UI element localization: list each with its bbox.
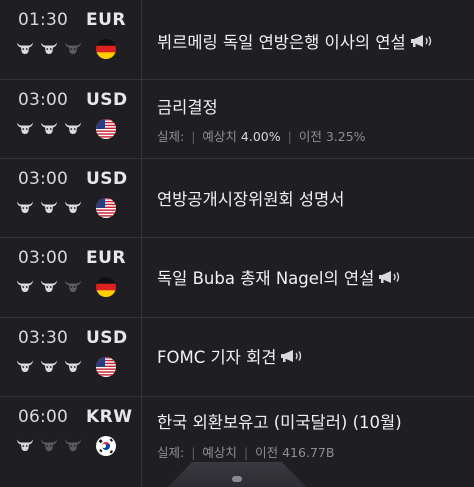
bull-icon — [64, 438, 82, 452]
event-values: 실제: | 예상치 4.00% | 이전 3.25% — [157, 129, 366, 144]
list-item[interactable]: 03:00 USD 금리결정 실제: | 예상치 4.00% | 이전 3.25… — [0, 80, 474, 159]
bull-icon — [40, 121, 58, 135]
event-time: 03:00 — [18, 90, 68, 110]
bull-icon — [40, 41, 58, 55]
forecast-label: 예상치 — [202, 445, 237, 460]
importance-rating — [16, 279, 82, 293]
previous-label: 이전 — [255, 445, 279, 460]
bull-icon — [40, 279, 58, 293]
bull-icon — [16, 359, 34, 373]
list-item[interactable]: 03:00 EUR 독일 Buba 총재 Nagel의 연설 — [0, 238, 474, 318]
event-currency: USD — [86, 90, 128, 110]
event-meta: 01:30 EUR — [0, 0, 142, 79]
bull-icon — [64, 359, 82, 373]
forecast-label: 예상치 — [202, 129, 237, 144]
handle-grip[interactable] — [232, 476, 242, 482]
bull-icon — [16, 121, 34, 135]
speech-icon — [410, 34, 435, 48]
event-meta: 06:00 KRW — [0, 397, 142, 487]
event-time: 03:00 — [18, 248, 68, 268]
importance-rating — [16, 359, 82, 373]
event-currency: USD — [86, 169, 128, 189]
event-title: 연방공개시장위원회 성명서 — [157, 186, 344, 210]
bull-icon — [16, 200, 34, 214]
event-body: 뷔르메링 독일 연방은행 이사의 연설 — [142, 0, 474, 79]
event-body: 연방공개시장위원회 성명서 — [142, 159, 474, 237]
bull-icon — [64, 279, 82, 293]
event-title: 금리결정 — [157, 94, 218, 118]
bull-icon — [40, 200, 58, 214]
event-meta: 03:00 EUR — [0, 238, 142, 317]
importance-rating — [16, 438, 82, 452]
event-title-text: 한국 외환보유고 (미국달러) (10월) — [157, 413, 402, 432]
actual-label: 실제: — [157, 445, 185, 460]
event-title-text: 독일 Buba 총재 Nagel의 연설 — [157, 269, 375, 288]
bull-icon — [40, 359, 58, 373]
event-body: 금리결정 실제: | 예상치 4.00% | 이전 3.25% — [142, 80, 474, 158]
importance-rating — [16, 121, 82, 135]
event-time: 06:00 — [18, 407, 68, 427]
event-meta: 03:00 USD — [0, 80, 142, 158]
event-body: 독일 Buba 총재 Nagel의 연설 — [142, 238, 474, 317]
germany-flag-icon — [96, 39, 116, 59]
us-flag-icon — [96, 198, 116, 218]
list-item[interactable]: 03:30 USD FOMC 기자 회견 — [0, 318, 474, 397]
bull-icon — [64, 200, 82, 214]
event-values: 실제: | 예상치 | 이전 416.77B — [157, 445, 335, 460]
speech-icon — [280, 349, 305, 363]
previous-value: 416.77B — [282, 445, 335, 460]
event-title-text: FOMC 기자 회견 — [157, 348, 277, 367]
economic-calendar-list: 01:30 EUR 뷔르메링 독일 연방은행 이사의 연설 03:00 USD — [0, 0, 474, 487]
bull-icon — [16, 279, 34, 293]
list-item[interactable]: 03:00 USD 연방공개시장위원회 성명서 — [0, 159, 474, 238]
event-currency: KRW — [86, 407, 133, 427]
germany-flag-icon — [96, 277, 116, 297]
us-flag-icon — [96, 119, 116, 139]
event-title: 뷔르메링 독일 연방은행 이사의 연설 — [157, 29, 435, 53]
event-currency: EUR — [86, 248, 127, 268]
event-time: 03:00 — [18, 169, 68, 189]
event-time: 01:30 — [18, 10, 68, 30]
event-time: 03:30 — [18, 328, 68, 348]
us-flag-icon — [96, 357, 116, 377]
event-title-text: 연방공개시장위원회 성명서 — [157, 190, 345, 209]
bull-icon — [16, 438, 34, 452]
event-meta: 03:30 USD — [0, 318, 142, 396]
previous-value: 3.25% — [325, 129, 366, 144]
event-title: FOMC 기자 회견 — [157, 344, 305, 368]
list-item[interactable]: 01:30 EUR 뷔르메링 독일 연방은행 이사의 연설 — [0, 0, 474, 80]
bull-icon — [16, 41, 34, 55]
event-meta: 03:00 USD — [0, 159, 142, 237]
importance-rating — [16, 41, 82, 55]
event-body: FOMC 기자 회견 — [142, 318, 474, 396]
event-currency: USD — [86, 328, 128, 348]
event-title: 한국 외환보유고 (미국달러) (10월) — [157, 409, 402, 433]
speech-icon — [378, 270, 403, 284]
event-title-text: 금리결정 — [157, 98, 218, 117]
bull-icon — [64, 41, 82, 55]
previous-label: 이전 — [298, 129, 322, 144]
south-korea-flag-icon — [96, 436, 116, 456]
event-title: 독일 Buba 총재 Nagel의 연설 — [157, 265, 403, 289]
actual-label: 실제: — [157, 129, 185, 144]
event-title-text: 뷔르메링 독일 연방은행 이사의 연설 — [157, 33, 406, 52]
bull-icon — [40, 438, 58, 452]
forecast-value: 4.00% — [240, 129, 281, 144]
bull-icon — [64, 121, 82, 135]
importance-rating — [16, 200, 82, 214]
event-currency: EUR — [86, 10, 127, 30]
